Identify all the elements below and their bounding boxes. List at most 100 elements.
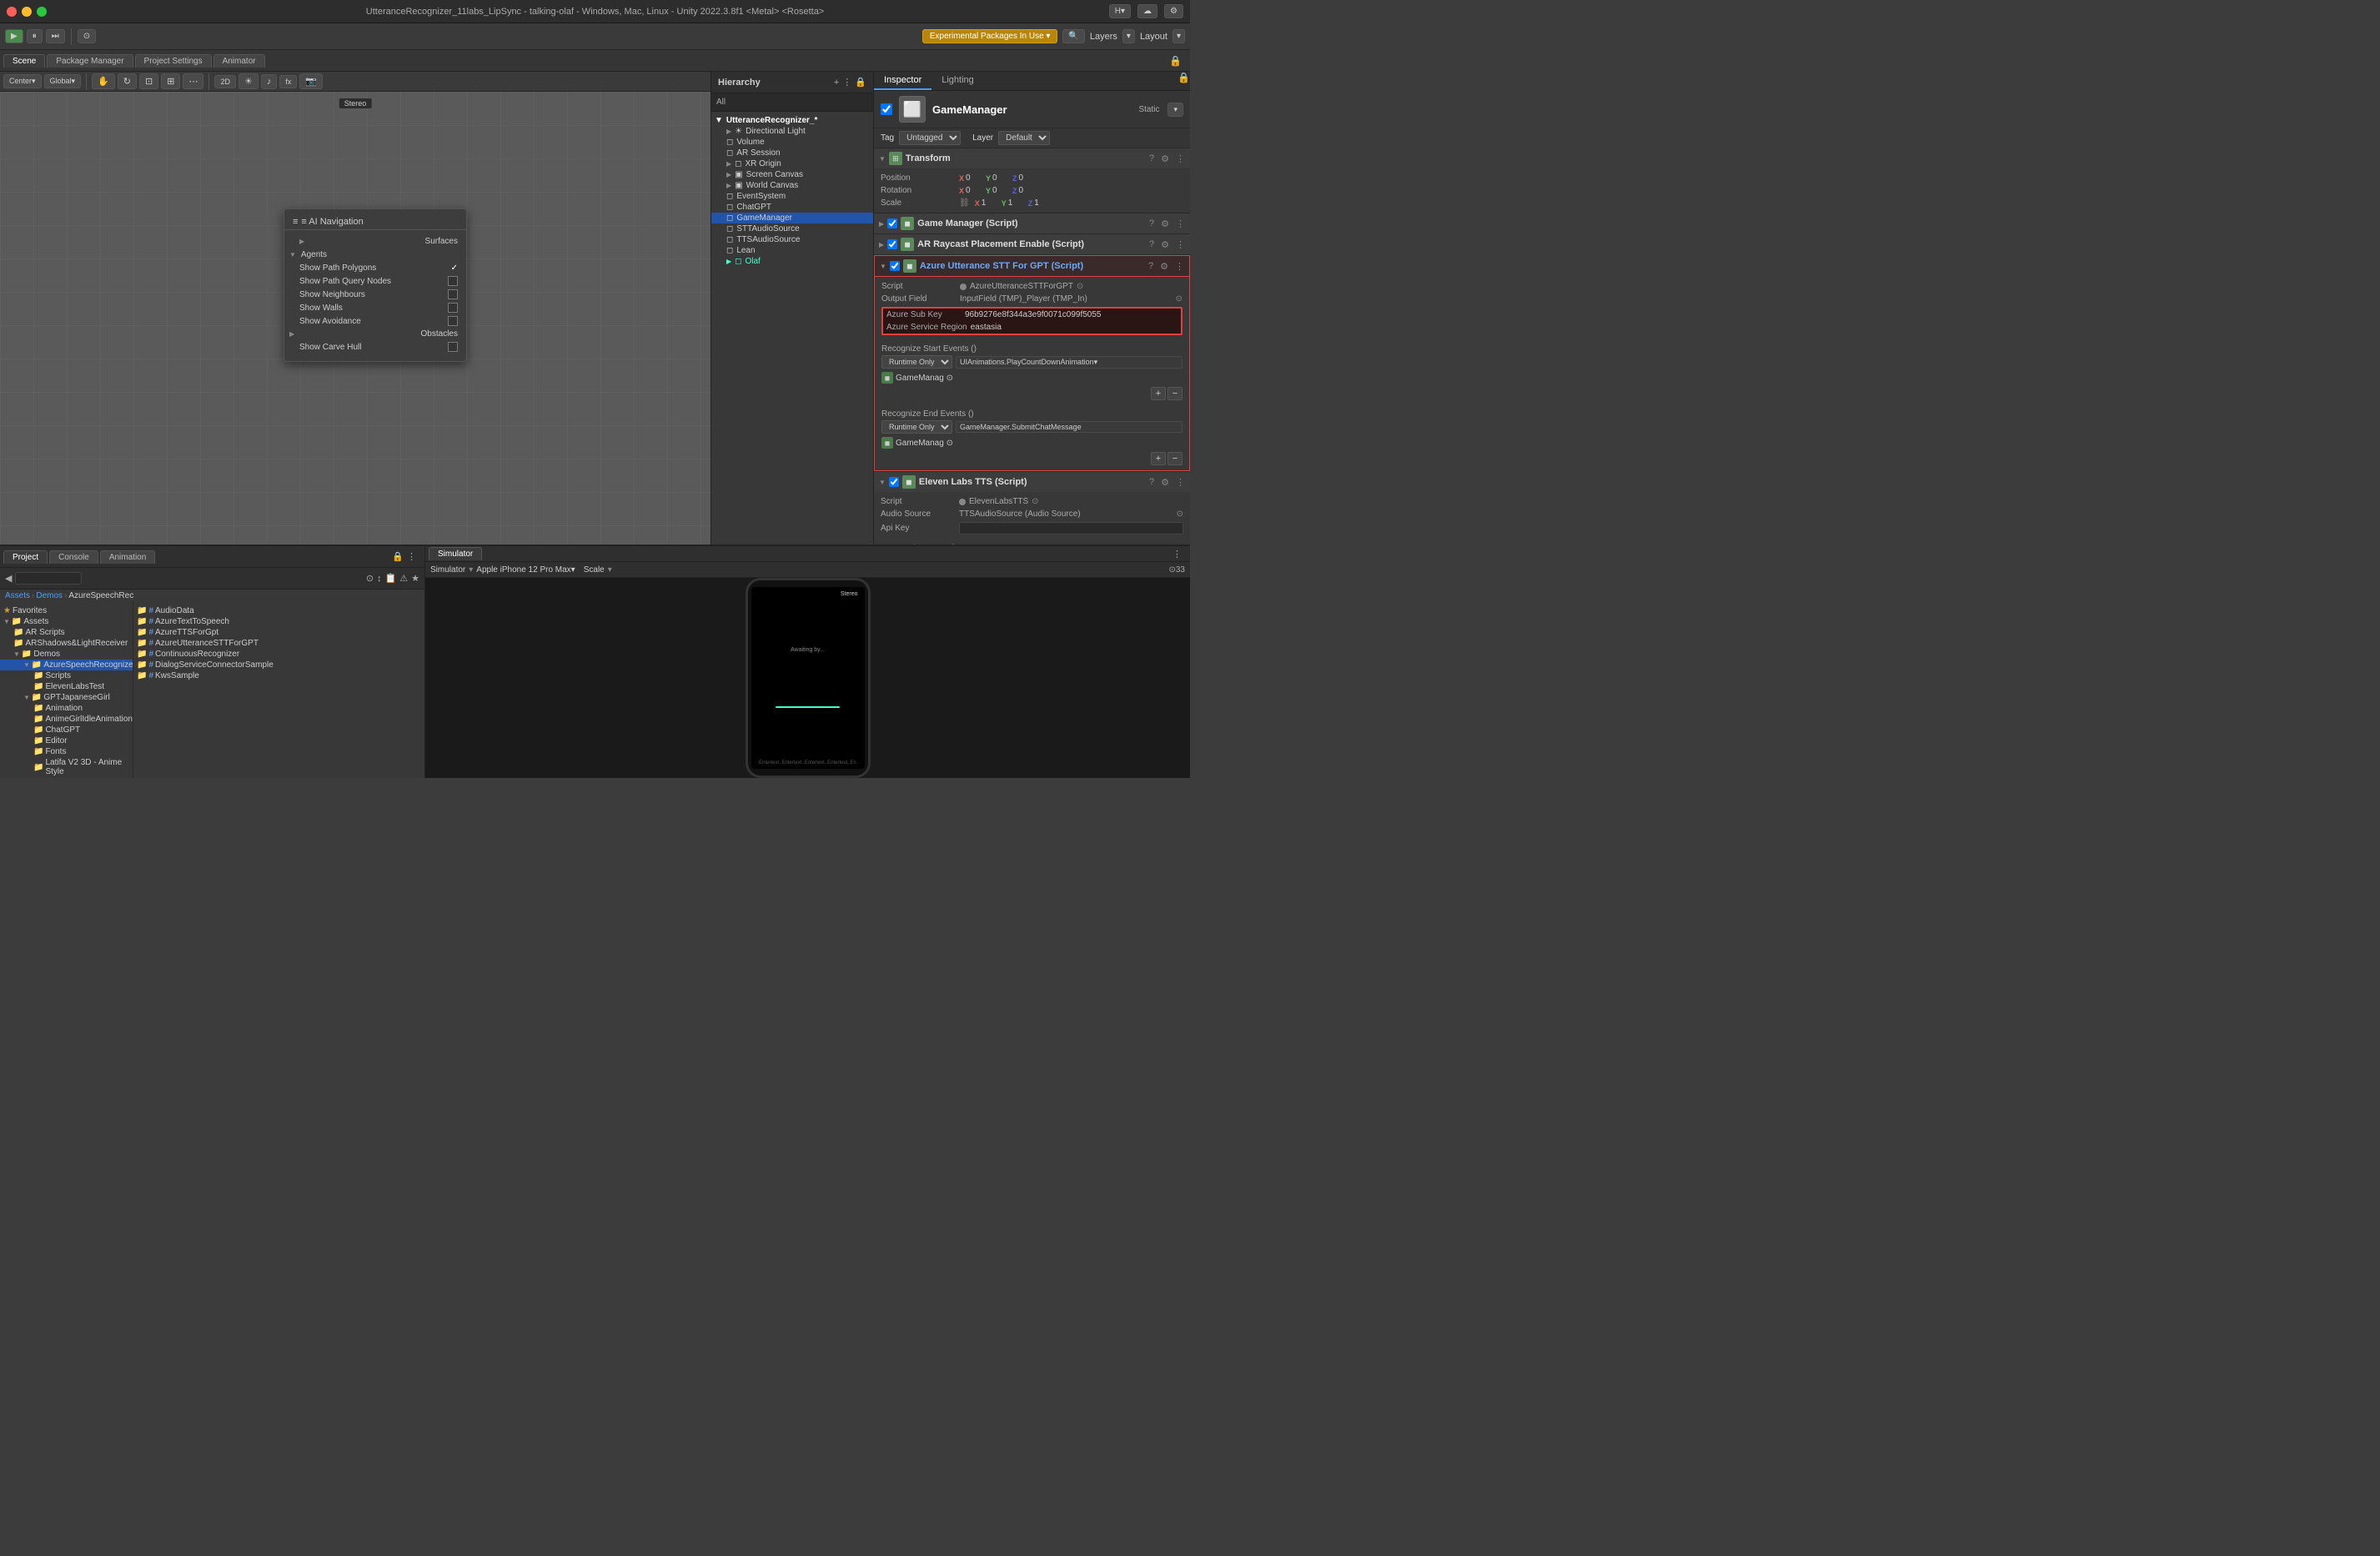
hierarchy-lock-btn[interactable]: 🔒 [855,77,866,88]
proj-icon4[interactable]: ⚠ [399,573,408,584]
ai-nav-obstacles-header[interactable]: ▶ Obstacles [284,328,466,340]
stt-output-link[interactable]: ⊙ [1176,294,1182,304]
tab-project[interactable]: Project [3,550,48,564]
layer-dropdown[interactable]: Default [998,131,1050,145]
center-button[interactable]: Center▾ [3,74,42,88]
plus-btn-1[interactable]: + [1151,387,1166,400]
play-button[interactable]: ▶ [5,29,23,43]
window-controls[interactable] [7,7,47,17]
account-btn[interactable]: H▾ [1109,4,1131,18]
orbit-tool[interactable]: ↻ [118,73,137,89]
2d-button[interactable]: 2D [214,75,236,88]
hand-tool[interactable]: ✋ [92,73,115,89]
snap-button[interactable]: ⋯ [183,73,203,89]
azure-region-val[interactable]: eastasia [971,323,1002,332]
demos-item[interactable]: ▼ 📁 Demos [0,649,133,660]
gm-checkbox[interactable] [887,218,897,228]
models-item[interactable]: 📁 Models [0,777,133,778]
el-script-link[interactable]: ⊙ [1032,497,1038,506]
arshadows-item[interactable]: 📁 ARShadows&LightReceiver [0,638,133,649]
gm-more[interactable]: ⋮ [1176,218,1185,229]
latifa-item[interactable]: 📁 Latifa V2 3D - Anime Style [0,757,133,777]
cloud-btn[interactable]: ☁ [1137,4,1157,18]
stt-help[interactable]: ? [1148,261,1153,271]
ai-nav-show-neighbours[interactable]: Show Neighbours [284,288,466,301]
project-more-btn[interactable]: ⋮ [407,551,416,562]
gm-settings[interactable]: ⚙ [1161,218,1169,229]
hierarchy-search[interactable] [729,98,868,107]
hierarchy-add-btn[interactable]: + [834,77,839,88]
chatgpt-sub-item[interactable]: 📁 ChatGPT [0,725,133,735]
arr-settings[interactable]: ⚙ [1161,239,1169,250]
camera-button[interactable]: 📷 [299,73,323,89]
maximize-button[interactable] [37,7,47,17]
plus-btn-2[interactable]: + [1151,452,1166,465]
ai-nav-show-path-query-nodes[interactable]: Show Path Query Nodes [284,274,466,288]
scene-viewport[interactable]: Stereo ≡ ≡ AI Navigation ▶ Surfaces [0,92,710,545]
el-help[interactable]: ? [1149,477,1154,487]
hierarchy-item-lean[interactable]: ◻ Lean [711,245,873,256]
global-button[interactable]: Global▾ [44,74,82,88]
stt-more[interactable]: ⋮ [1175,261,1184,272]
kwssample-item[interactable]: 📁 # KwsSample [133,670,424,681]
transform-tool[interactable]: ⊞ [161,73,180,89]
layout-dropdown[interactable]: ▾ [1172,29,1185,43]
sim-device[interactable]: Apple iPhone 12 Pro Max▾ [476,565,575,575]
audio-button[interactable]: ♪ [261,74,278,89]
ai-nav-show-carve-hull[interactable]: Show Carve Hull [284,340,466,354]
scripts-sub-item[interactable]: 📁 Scripts [0,670,133,681]
tab-inspector[interactable]: Inspector [874,72,931,90]
experimental-packages-button[interactable]: Experimental Packages In Use ▾ [922,29,1058,43]
ai-nav-show-avoidance[interactable]: Show Avoidance [284,314,466,328]
azurettsforGpt-item[interactable]: 📁 # AzureTTSForGpt [133,627,424,638]
proj-icon5[interactable]: ★ [411,573,419,584]
eleven-labs-header[interactable]: ▼ ◼ Eleven Labs TTS (Script) ? ⚙ ⋮ [874,472,1190,492]
dialogsvc-item[interactable]: 📁 # DialogServiceConnectorSample [133,660,424,670]
search-button[interactable]: 🔍 [1062,29,1084,43]
inspector-lock-icon[interactable]: 🔒 [1177,72,1190,90]
runtime-select-2[interactable]: Runtime Only [881,420,952,434]
hierarchy-item-directional-light[interactable]: ▶ ☀ Directional Light [711,126,873,137]
stt-checkbox[interactable] [890,261,900,271]
stt-settings[interactable]: ⚙ [1160,261,1168,272]
azure-stt-header[interactable]: ▼ ◼ Azure Utterance STT For GPT (Script)… [874,255,1190,277]
runtime-select-1[interactable]: Runtime Only [881,355,952,369]
hierarchy-item-sttaudiosource[interactable]: ◻ STTAudioSource [711,223,873,234]
azuretts-item[interactable]: 📁 # AzureTextToSpeech [133,616,424,627]
tab-scene[interactable]: Scene [3,54,45,68]
tab-animator[interactable]: Animator [213,54,265,68]
proj-icon2[interactable]: ↕ [377,573,382,584]
transform-more[interactable]: ⋮ [1176,153,1185,164]
continuous-item[interactable]: 📁 # ContinuousRecognizer [133,649,424,660]
simulator-more-btn[interactable]: ⋮ [1172,549,1182,560]
azure-sub-key-val[interactable]: 96b9276e8f344a3e9f0071c099f5055 [965,310,1102,319]
pause-button[interactable]: ⏸ [27,29,43,43]
gm-help[interactable]: ? [1149,218,1154,228]
step-button[interactable]: ⏭ [46,29,65,43]
hierarchy-item-ar-session[interactable]: ◻ AR Session [711,148,873,158]
animegirl-item[interactable]: 📁 AnimeGirlIdleAnimations_free [0,714,133,725]
proj-icon1[interactable]: ⊙ [366,573,374,584]
transform-header[interactable]: ▼ ⊞ Transform ? ⚙ ⋮ [874,148,1190,168]
el-checkbox[interactable] [889,477,899,487]
minus-btn-2[interactable]: − [1167,452,1182,465]
rect-tool[interactable]: ⊡ [139,73,158,89]
tab-lighting[interactable]: Lighting [931,72,984,90]
el-more[interactable]: ⋮ [1176,477,1185,488]
stt-script-link[interactable]: ⊙ [1077,282,1083,291]
light-button[interactable]: ☀ [239,73,259,89]
static-dropdown[interactable]: ▾ [1167,103,1183,117]
hierarchy-item-ttsaudiosource[interactable]: ◻ TTSAudioSource [711,234,873,245]
object-active-checkbox[interactable] [881,103,892,115]
azureutterance-item[interactable]: 📁 # AzureUtteranceSTTForGPT [133,638,424,649]
hierarchy-item-olaf[interactable]: ▶ ◻ Olaf [711,256,873,267]
proj-back-btn[interactable]: ◀ [5,573,12,584]
arr-help[interactable]: ? [1149,239,1154,249]
editor-item[interactable]: 📁 Editor [0,735,133,746]
close-button[interactable] [7,7,17,17]
arr-checkbox[interactable] [887,239,897,249]
collab-button[interactable]: ⊙ [78,29,96,43]
fonts-item[interactable]: 📁 Fonts [0,746,133,757]
tag-dropdown[interactable]: Untagged [899,131,961,145]
animation-sub-item[interactable]: 📁 Animation [0,703,133,714]
